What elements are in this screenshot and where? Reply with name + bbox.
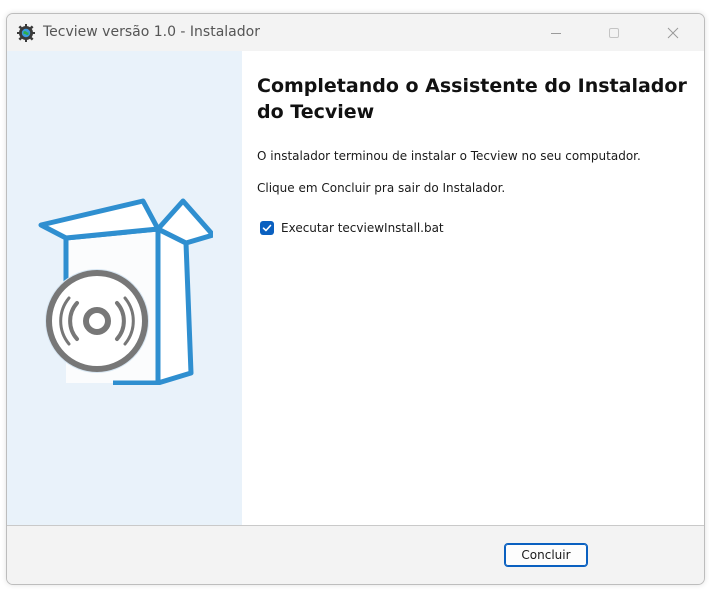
page-title: Completando o Assistente do Instalador d… (257, 75, 687, 123)
exit-instruction: Clique em Concluir pra sair do Instalado… (257, 181, 506, 195)
completion-message: O instalador terminou de instalar o Tecv… (257, 149, 641, 163)
button-bar: Concluir (7, 526, 704, 584)
maximize-icon (609, 28, 619, 38)
installer-window: Tecview versão 1.0 - Instalador Completa… (6, 13, 705, 585)
minimize-icon (551, 33, 561, 34)
window-title: Tecview versão 1.0 - Instalador (43, 24, 260, 40)
run-option-checkbox[interactable] (260, 221, 274, 235)
gear-globe-icon (17, 24, 35, 42)
main-panel: Completando o Assistente do Instalador d… (242, 51, 704, 525)
run-option-checkbox-row[interactable]: Executar tecviewInstall.bat (260, 219, 444, 237)
close-button[interactable] (644, 14, 702, 51)
close-icon (667, 27, 679, 39)
run-option-label[interactable]: Executar tecviewInstall.bat (281, 221, 444, 235)
maximize-button[interactable] (585, 14, 643, 51)
side-banner (7, 51, 242, 525)
box-with-disc-icon (38, 198, 213, 385)
conclude-button[interactable]: Concluir (504, 543, 588, 567)
minimize-button[interactable] (527, 14, 585, 51)
wizard-content: Completando o Assistente do Instalador d… (7, 51, 704, 526)
checkmark-icon (262, 224, 272, 232)
title-bar[interactable]: Tecview versão 1.0 - Instalador (7, 14, 704, 51)
